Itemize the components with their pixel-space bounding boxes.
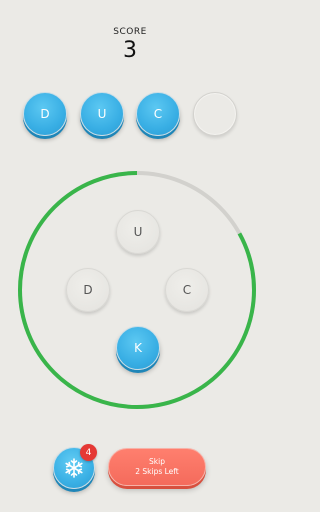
skip-label: Skip	[149, 457, 165, 466]
letter-tile-top[interactable]: U	[116, 210, 160, 254]
letter-tile-bottom[interactable]: K	[116, 326, 160, 370]
freeze-count-badge: 4	[80, 444, 97, 461]
timer-ring	[18, 171, 256, 409]
skip-button[interactable]: Skip 2 Skips Left	[108, 448, 206, 486]
letter-tile-left[interactable]: D	[66, 268, 110, 312]
letter-tile-right[interactable]: C	[165, 268, 209, 312]
skips-left-label: 2 Skips Left	[135, 467, 179, 476]
snowflake-icon	[65, 458, 83, 478]
